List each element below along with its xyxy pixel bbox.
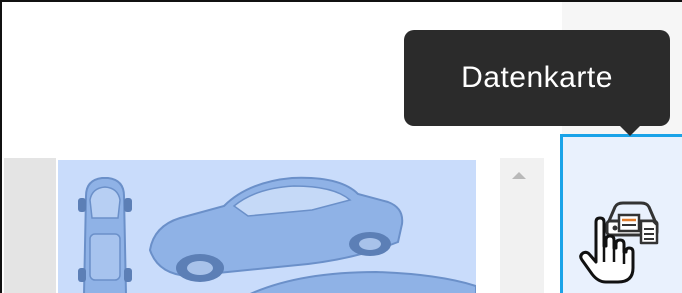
tooltip: Datenkarte [404,30,670,126]
vehicle-image [58,160,476,293]
vehicle-rear-view [250,270,476,293]
vehicle-side-view [148,176,404,282]
vertical-scrollbar[interactable] [500,158,544,293]
tooltip-label: Datenkarte [461,61,613,94]
vehicle-top-view [78,177,132,293]
left-panel-strip [4,158,56,293]
datacard-button[interactable] [560,134,682,293]
tooltip-arrow [619,125,641,136]
scroll-up-arrow-icon[interactable] [512,172,526,179]
app-frame: Datenkarte [0,0,682,293]
vehicle-datacard-icon [605,201,659,245]
